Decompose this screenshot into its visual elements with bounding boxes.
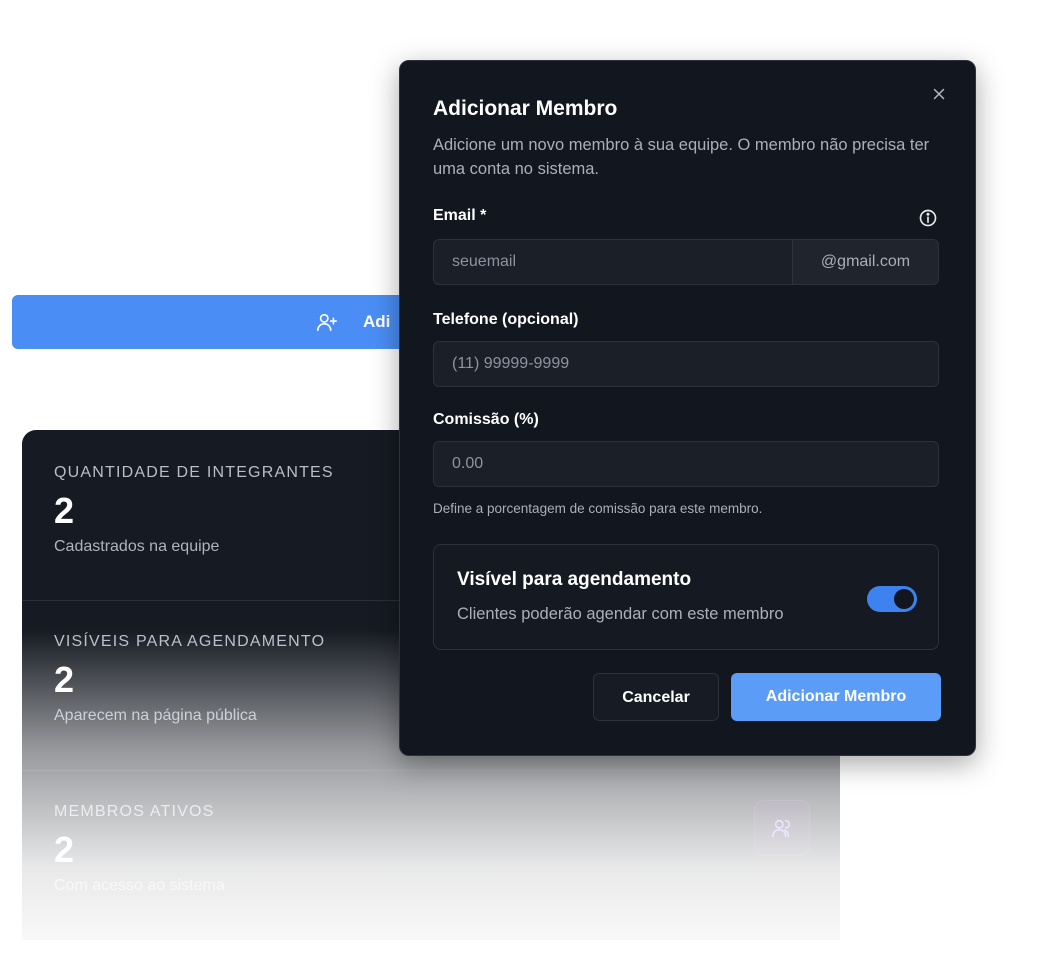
phone-input[interactable] bbox=[434, 342, 938, 386]
stat-divider bbox=[22, 770, 840, 771]
add-member-background-label: Adi bbox=[363, 312, 391, 331]
visibility-toggle[interactable] bbox=[867, 586, 917, 612]
info-icon[interactable] bbox=[918, 208, 938, 228]
dialog-title: Adicionar Membro bbox=[433, 97, 618, 120]
email-domain-suffix: @gmail.com bbox=[792, 240, 938, 284]
stat-active-members: MEMBROS ATIVOS 2 Com acesso ao sistema bbox=[54, 803, 554, 895]
add-member-button[interactable]: Adicionar Membro bbox=[731, 673, 941, 721]
phone-field bbox=[433, 341, 939, 387]
add-member-dialog: Adicionar Membro Adicione um novo membro… bbox=[399, 60, 976, 756]
stat-title: MEMBROS ATIVOS bbox=[54, 803, 215, 820]
stat-subtitle: Com acesso ao sistema bbox=[54, 877, 225, 894]
active-members-icon-box bbox=[754, 800, 810, 856]
visibility-card: Visível para agendamento Clientes poderã… bbox=[433, 544, 939, 650]
close-icon[interactable] bbox=[930, 85, 948, 103]
users-icon bbox=[772, 819, 791, 838]
commission-input[interactable] bbox=[434, 442, 938, 486]
visibility-subtitle: Clientes poderão agendar com este membro bbox=[457, 605, 784, 623]
user-plus-icon bbox=[317, 313, 337, 332]
stat-value: 2 bbox=[54, 829, 75, 870]
commission-field bbox=[433, 441, 939, 487]
cancel-button[interactable]: Cancelar bbox=[593, 673, 719, 721]
visibility-title: Visível para agendamento bbox=[457, 569, 692, 590]
dialog-description: Adicione um novo membro à sua equipe. O … bbox=[433, 136, 930, 178]
add-member-background-button[interactable]: Adi bbox=[12, 295, 432, 349]
toggle-knob bbox=[894, 589, 914, 609]
phone-label: Telefone (opcional) bbox=[433, 311, 579, 328]
email-input[interactable] bbox=[434, 240, 792, 284]
commission-label: Comissão (%) bbox=[433, 411, 539, 428]
commission-hint: Define a porcentagem de comissão para es… bbox=[433, 501, 763, 516]
email-field-group: @gmail.com bbox=[433, 239, 939, 285]
email-label: Email * bbox=[433, 207, 487, 224]
